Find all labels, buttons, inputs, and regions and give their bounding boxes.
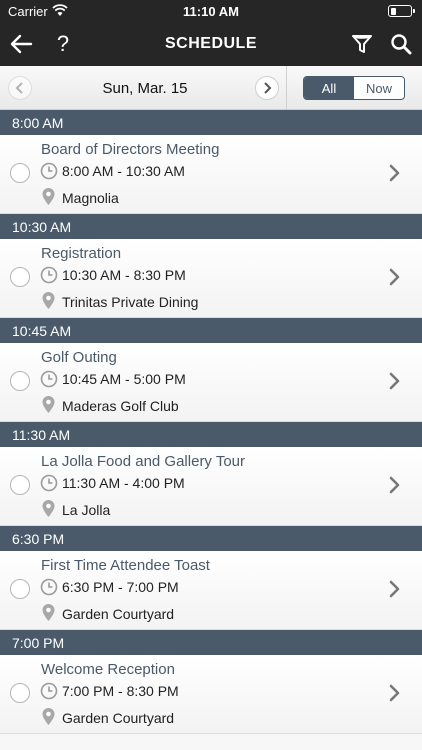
event-location: Magnolia — [62, 190, 119, 206]
event-select-radio[interactable] — [10, 683, 30, 703]
event-location: Trinitas Private Dining — [62, 294, 199, 310]
event-time-range: 8:00 AM - 10:30 AM — [62, 163, 185, 179]
location-pin-icon — [42, 292, 55, 309]
segment-now[interactable]: Now — [354, 77, 404, 99]
segment-all[interactable]: All — [304, 77, 354, 99]
status-bar: Carrier 11:10 AM — [0, 0, 422, 22]
chevron-right-icon — [389, 164, 400, 182]
location-pin-icon — [42, 188, 55, 205]
event-select-radio[interactable] — [10, 163, 30, 183]
clock-icon — [40, 682, 58, 700]
chevron-left-icon — [15, 82, 23, 94]
section-header: 10:45 AM — [0, 318, 422, 343]
event-title: Golf Outing — [41, 349, 117, 366]
event-location: La Jolla — [62, 502, 111, 518]
schedule-list: 8:00 AM Board of Directors Meeting 8:00 AM… — [0, 110, 422, 734]
location-pin-icon — [42, 708, 55, 725]
navigation-bar: ? SCHEDULE — [0, 22, 422, 66]
event-row[interactable]: Registration 10:30 AM - 8:30 PM Trinitas P… — [0, 239, 422, 318]
next-day-button[interactable] — [255, 76, 279, 100]
event-row[interactable]: Golf Outing 10:45 AM - 5:00 PM Maderas Gol… — [0, 343, 422, 422]
event-row[interactable]: La Jolla Food and Gallery Tour 11:30 AM -… — [0, 447, 422, 526]
event-time-range: 10:30 AM - 8:30 PM — [62, 267, 186, 283]
event-select-radio[interactable] — [10, 475, 30, 495]
event-time-range: 7:00 PM - 8:30 PM — [62, 683, 179, 699]
clock-icon — [40, 474, 58, 492]
clock-icon — [40, 370, 58, 388]
section-header: 7:00 PM — [0, 630, 422, 655]
clock-icon — [40, 578, 58, 596]
chevron-right-icon — [264, 82, 272, 94]
event-time-range: 6:30 PM - 7:00 PM — [62, 579, 179, 595]
event-row[interactable]: Welcome Reception 7:00 PM - 8:30 PM Garden… — [0, 655, 422, 734]
date-bar-divider — [286, 66, 287, 110]
clock-icon — [40, 266, 58, 284]
section-header: 8:00 AM — [0, 110, 422, 135]
event-title: La Jolla Food and Gallery Tour — [41, 453, 246, 470]
location-pin-icon — [42, 396, 55, 413]
event-title: First Time Attendee Toast — [41, 557, 210, 574]
event-location: Garden Courtyard — [62, 606, 175, 622]
search-icon[interactable] — [388, 32, 414, 56]
event-location: Garden Courtyard — [62, 710, 175, 726]
status-time: 11:10 AM — [183, 4, 239, 19]
event-select-radio[interactable] — [10, 579, 30, 599]
event-title: Welcome Reception — [41, 661, 175, 678]
section-header: 11:30 AM — [0, 422, 422, 447]
event-select-radio[interactable] — [10, 267, 30, 287]
chevron-right-icon — [389, 268, 400, 286]
section-header: 10:30 AM — [0, 214, 422, 239]
battery-icon — [388, 5, 415, 17]
event-title: Registration — [41, 245, 122, 262]
event-select-radio[interactable] — [10, 371, 30, 391]
event-title: Board of Directors Meeting — [41, 141, 220, 158]
chevron-right-icon — [389, 580, 400, 598]
location-pin-icon — [42, 604, 55, 621]
event-time-range: 11:30 AM - 4:00 PM — [62, 475, 185, 491]
event-row[interactable]: First Time Attendee Toast 6:30 PM - 7:00 … — [0, 551, 422, 630]
event-row[interactable]: Board of Directors Meeting 8:00 AM - 10:3… — [0, 135, 422, 214]
event-location: Maderas Golf Club — [62, 398, 179, 414]
chevron-right-icon — [389, 684, 400, 702]
all-now-segmented-control: All Now — [303, 76, 405, 100]
event-time-range: 10:45 AM - 5:00 PM — [62, 371, 186, 387]
previous-day-button[interactable] — [8, 76, 32, 100]
chevron-right-icon — [389, 476, 400, 494]
filter-icon[interactable] — [349, 32, 375, 56]
current-date: Sun, Mar. 15 — [102, 80, 188, 97]
clock-icon — [40, 162, 58, 180]
chevron-right-icon — [389, 372, 400, 390]
location-pin-icon — [42, 500, 55, 517]
section-header: 6:30 PM — [0, 526, 422, 551]
date-bar: Sun, Mar. 15 All Now — [0, 66, 422, 110]
